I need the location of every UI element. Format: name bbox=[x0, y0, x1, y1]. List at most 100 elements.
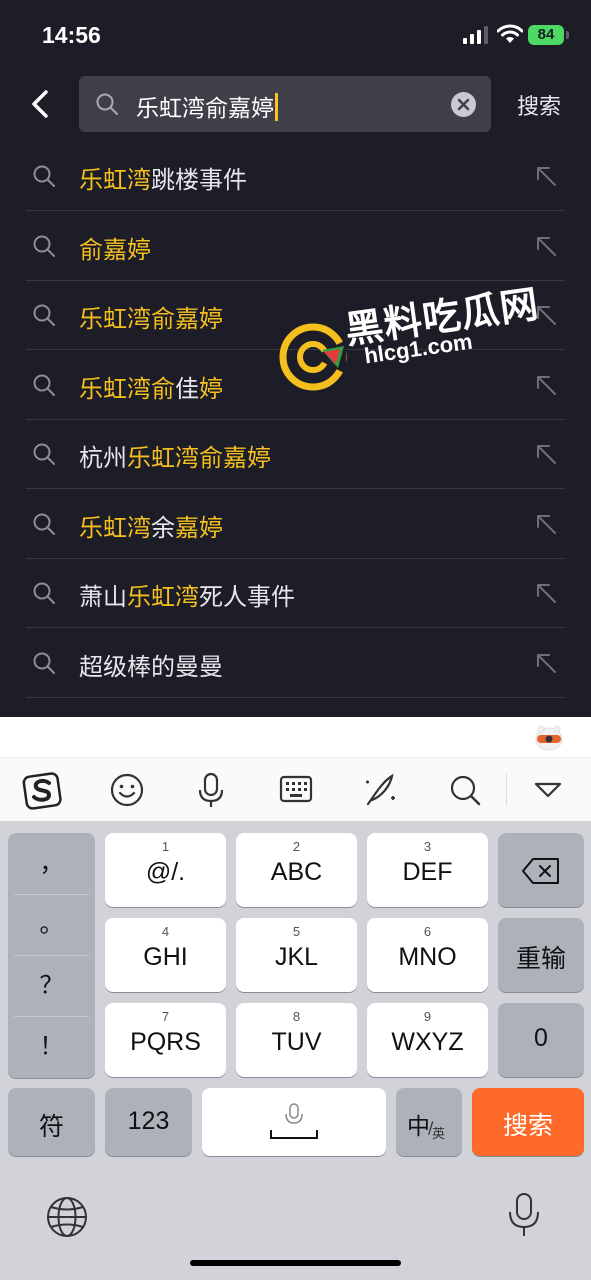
fill-arrow-icon[interactable] bbox=[535, 443, 557, 465]
fill-arrow-icon[interactable] bbox=[535, 513, 557, 535]
numbers-key[interactable]: 123 bbox=[105, 1088, 192, 1156]
language-slash: / bbox=[428, 1118, 434, 1137]
search-query: 乐虹湾俞嘉婷 bbox=[136, 89, 278, 123]
status-time: 14:56 bbox=[42, 22, 101, 48]
symbols-label: 符 bbox=[38, 1113, 64, 1141]
t9-key-letters: TUV bbox=[271, 1028, 322, 1056]
back-icon[interactable] bbox=[24, 84, 60, 124]
t9-key-number: 4 bbox=[161, 924, 170, 939]
submit-search-key[interactable]: 搜索 bbox=[472, 1088, 584, 1156]
t9-key[interactable]: 5 JKL bbox=[236, 918, 357, 992]
search-icon bbox=[33, 443, 55, 465]
text-cursor bbox=[275, 93, 278, 121]
suggestion-item[interactable]: 乐虹湾余嘉婷 bbox=[0, 490, 591, 559]
punct-key[interactable]: ？ bbox=[8, 955, 95, 1016]
suggestion-text-match: 嘉婷 bbox=[175, 513, 223, 542]
search-icon bbox=[33, 374, 55, 396]
battery-tip bbox=[566, 31, 569, 39]
home-indicator[interactable] bbox=[190, 1260, 401, 1266]
search-input[interactable]: 乐虹湾俞嘉婷 bbox=[79, 76, 491, 132]
punct-key[interactable]: 。 bbox=[8, 894, 95, 955]
globe-icon[interactable] bbox=[45, 1195, 89, 1239]
fill-arrow-icon[interactable] bbox=[535, 165, 557, 187]
t9-key-number: 7 bbox=[161, 1009, 170, 1024]
t9-key[interactable]: 3 DEF bbox=[367, 833, 488, 907]
search-icon bbox=[96, 93, 118, 115]
space-key[interactable] bbox=[202, 1088, 386, 1156]
t9-key-letters: @/. bbox=[145, 858, 186, 886]
search-icon bbox=[33, 652, 55, 674]
suggestion-text: 乐虹湾俞嘉婷 bbox=[79, 299, 223, 334]
fill-arrow-icon[interactable] bbox=[535, 582, 557, 604]
punctuation-column[interactable]: ， 。 ？ ！ bbox=[8, 833, 95, 1078]
t9-key-letters: DEF bbox=[402, 858, 453, 886]
backspace-icon bbox=[522, 858, 559, 884]
suggestion-text-part: 余 bbox=[151, 513, 175, 542]
t9-key[interactable]: 9 WXYZ bbox=[367, 1003, 488, 1077]
t9-key-number: 3 bbox=[423, 839, 432, 854]
t9-key-number: 6 bbox=[423, 924, 432, 939]
t9-key[interactable]: 2 ABC bbox=[236, 833, 357, 907]
fill-arrow-icon[interactable] bbox=[535, 374, 557, 396]
suggestion-text: 超级棒的曼曼 bbox=[79, 647, 223, 682]
zero-key[interactable]: 0 bbox=[498, 1003, 584, 1077]
sogou-logo-icon[interactable] bbox=[22, 770, 62, 810]
t9-key[interactable]: 8 TUV bbox=[236, 1003, 357, 1077]
backspace-key[interactable] bbox=[498, 833, 584, 907]
voice-input-mic-icon[interactable] bbox=[191, 770, 231, 810]
keyboard-icon[interactable] bbox=[276, 770, 316, 810]
dictation-mic-icon[interactable] bbox=[504, 1191, 544, 1239]
punct-key[interactable]: ！ bbox=[8, 1016, 95, 1077]
language-sub: 英 bbox=[432, 1127, 446, 1142]
search-icon bbox=[33, 513, 55, 535]
reenter-label: 重输 bbox=[515, 945, 566, 973]
search-button[interactable]: 搜索 bbox=[517, 89, 561, 121]
handwriting-icon[interactable] bbox=[360, 770, 400, 810]
suggestion-text-part: 佳 bbox=[175, 374, 199, 403]
t9-key-number: 2 bbox=[292, 839, 301, 854]
language-switch-key[interactable]: 中 英 / bbox=[396, 1088, 462, 1156]
clear-icon[interactable] bbox=[451, 92, 476, 117]
keyboard-toolbar bbox=[0, 757, 591, 822]
keyboard: ， 。 ？ ！ 1 @/. 2 ABC 3 DEF 4 GHI 5 JKL 6 MNO 7 PQRS 8 TU… bbox=[0, 821, 591, 1280]
zero-label: 0 bbox=[534, 1024, 548, 1052]
suggestion-text-match: 乐虹湾俞嘉婷 bbox=[79, 305, 223, 333]
watermark: 黑料吃瓜网 hlcg1.com bbox=[278, 262, 542, 392]
suggestion-text-match: 婷 bbox=[199, 374, 223, 403]
punct-key[interactable]: ， bbox=[8, 833, 95, 894]
suggestion-item[interactable]: 乐虹湾跳楼事件 bbox=[0, 142, 591, 211]
t9-key-letters: MNO bbox=[398, 943, 457, 971]
suggestion-text-match: 乐虹湾俞 bbox=[79, 374, 175, 403]
suggestion-item[interactable]: 超级棒的曼曼 bbox=[0, 629, 591, 698]
row-divider bbox=[26, 696, 565, 698]
t9-key-number: 8 bbox=[292, 1009, 301, 1024]
suggestion-text-part: 超级棒的曼曼 bbox=[79, 652, 223, 681]
fill-arrow-icon[interactable] bbox=[535, 652, 557, 674]
emoji-icon[interactable] bbox=[107, 770, 147, 810]
t9-key[interactable]: 7 PQRS bbox=[105, 1003, 226, 1077]
t9-key-letters: PQRS bbox=[130, 1028, 201, 1056]
search-icon bbox=[33, 304, 55, 326]
t9-key-letters: ABC bbox=[270, 858, 323, 886]
space-mic-icon bbox=[270, 1103, 318, 1139]
suggestion-text: 杭州乐虹湾俞嘉婷 bbox=[79, 438, 271, 473]
suggestion-text: 萧山乐虹湾死人事件 bbox=[79, 577, 295, 612]
t9-key[interactable]: 1 @/. bbox=[105, 833, 226, 907]
keyboard-search-icon[interactable] bbox=[445, 770, 485, 810]
suggestion-item[interactable]: 杭州乐虹湾俞嘉婷 bbox=[0, 420, 591, 489]
symbols-key[interactable]: 符 bbox=[8, 1088, 95, 1156]
suggestion-text: 乐虹湾跳楼事件 bbox=[79, 160, 247, 195]
suggestion-item[interactable]: 萧山乐虹湾死人事件 bbox=[0, 559, 591, 628]
language-main: 中 bbox=[407, 1114, 430, 1140]
suggestion-text-part: 跳楼事件 bbox=[151, 166, 247, 194]
reenter-key[interactable]: 重输 bbox=[498, 918, 584, 992]
toolbar-divider bbox=[506, 774, 507, 806]
keyboard-mascot-icon[interactable] bbox=[533, 723, 565, 753]
t9-key[interactable]: 6 MNO bbox=[367, 918, 488, 992]
t9-key-number: 9 bbox=[423, 1009, 432, 1024]
t9-key-letters: GHI bbox=[143, 943, 188, 971]
cellular-signal-icon bbox=[463, 26, 488, 44]
chevron-down-icon[interactable] bbox=[528, 770, 568, 810]
t9-key[interactable]: 4 GHI bbox=[105, 918, 226, 992]
fill-arrow-icon[interactable] bbox=[535, 235, 557, 257]
